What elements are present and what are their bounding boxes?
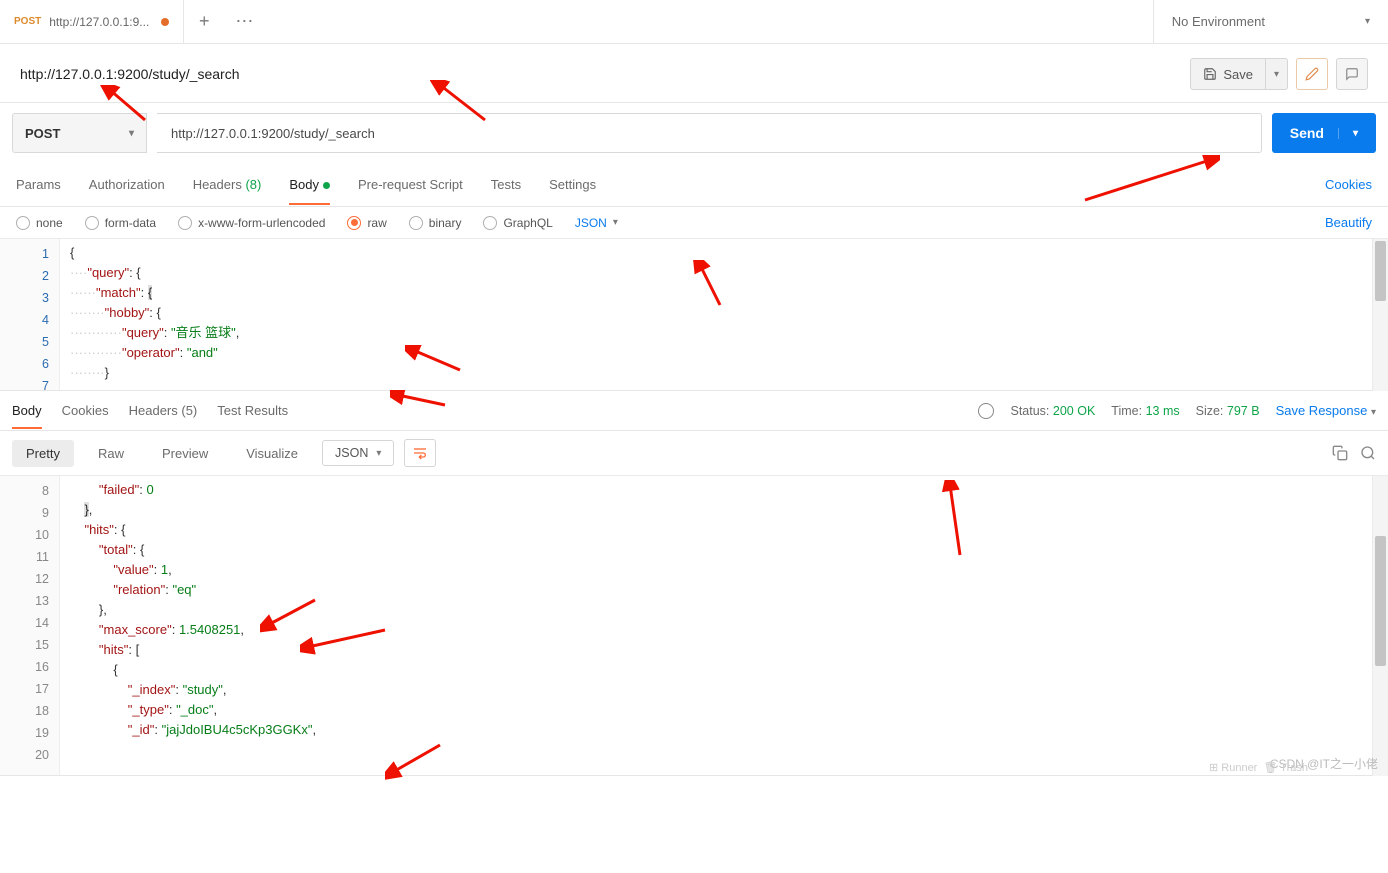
tab-body[interactable]: Body [289, 165, 330, 204]
chevron-down-icon: ▾ [376, 448, 381, 459]
resp-tab-body[interactable]: Body [12, 393, 42, 428]
request-body-editor[interactable]: 1234567 { ····"query": { ······"match": … [0, 239, 1388, 391]
response-code[interactable]: "failed": 0 }, "hits": { "total": { "val… [60, 476, 1388, 775]
pencil-icon [1305, 67, 1319, 81]
chevron-down-icon: ▾ [1365, 16, 1370, 27]
editor-scrollbar[interactable] [1372, 239, 1388, 391]
save-response-link[interactable]: Save Response ▾ [1276, 403, 1376, 418]
unsaved-dot-icon [161, 18, 169, 26]
method-label: POST [25, 126, 60, 141]
radio-graphql[interactable]: GraphQL [483, 216, 552, 230]
url-bar: POST ▾ http://127.0.0.1:9200/study/_sear… [0, 103, 1388, 163]
time-label: Time: 13 ms [1111, 404, 1179, 418]
tab-prerequest[interactable]: Pre-request Script [358, 165, 463, 204]
resp-tab-cookies[interactable]: Cookies [62, 393, 109, 428]
editor-gutter: 1234567 [0, 239, 60, 390]
resp-tab-tests[interactable]: Test Results [217, 393, 288, 428]
save-label: Save [1223, 67, 1253, 82]
url-text: http://127.0.0.1:9200/study/_search [171, 126, 375, 141]
search-icon[interactable] [1360, 445, 1376, 461]
request-subtabs: Params Authorization Headers (8) Body Pr… [0, 163, 1388, 207]
request-title-bar: http://127.0.0.1:9200/study/_search Save… [0, 44, 1388, 103]
request-tab[interactable]: POST http://127.0.0.1:9... [0, 0, 184, 44]
radio-raw[interactable]: raw [347, 216, 386, 230]
environment-select[interactable]: No Environment ▾ [1153, 0, 1388, 44]
comment-icon [1345, 67, 1359, 81]
globe-icon[interactable] [978, 403, 994, 419]
size-label: Size: 797 B [1196, 404, 1260, 418]
tab-tests[interactable]: Tests [491, 165, 521, 204]
save-icon [1203, 67, 1217, 81]
chevron-down-icon: ▾ [1274, 69, 1279, 80]
save-button[interactable]: Save ▾ [1190, 58, 1288, 90]
copy-icon[interactable] [1332, 445, 1348, 461]
radio-none[interactable]: none [16, 216, 63, 230]
environment-label: No Environment [1172, 14, 1265, 29]
method-select[interactable]: POST ▾ [12, 113, 147, 153]
response-format-select[interactable]: JSON▾ [322, 440, 394, 466]
response-scrollbar[interactable] [1372, 476, 1388, 776]
tab-params[interactable]: Params [16, 165, 61, 204]
response-body-editor[interactable]: 891011121314151617181920 "failed": 0 }, … [0, 476, 1388, 776]
radio-binary[interactable]: binary [409, 216, 462, 230]
chevron-down-icon: ▾ [613, 217, 618, 228]
view-preview[interactable]: Preview [148, 440, 222, 467]
body-active-dot-icon [323, 182, 330, 189]
url-input[interactable]: http://127.0.0.1:9200/study/_search [157, 113, 1262, 153]
cookies-link[interactable]: Cookies [1325, 177, 1372, 192]
send-button[interactable]: Send ▾ [1272, 113, 1376, 153]
chevron-down-icon: ▾ [1371, 407, 1376, 418]
resp-tab-headers[interactable]: Headers (5) [129, 393, 198, 428]
view-pretty[interactable]: Pretty [12, 440, 74, 467]
editor-code[interactable]: { ····"query": { ······"match": { ······… [60, 239, 1388, 390]
save-dropdown[interactable]: ▾ [1265, 59, 1287, 89]
beautify-link[interactable]: Beautify [1325, 215, 1372, 230]
send-label: Send [1290, 125, 1324, 141]
edit-button[interactable] [1296, 58, 1328, 90]
new-tab-button[interactable]: + [184, 0, 224, 44]
more-tabs-button[interactable]: ⋯ [224, 0, 264, 44]
view-visualize[interactable]: Visualize [232, 440, 312, 467]
chevron-down-icon: ▾ [1338, 128, 1358, 139]
tab-headers[interactable]: Headers (8) [193, 165, 262, 204]
response-view-tabs: Pretty Raw Preview Visualize JSON▾ [0, 431, 1388, 476]
tab-bar: POST http://127.0.0.1:9... + ⋯ No Enviro… [0, 0, 1388, 44]
request-title: http://127.0.0.1:9200/study/_search [20, 66, 240, 82]
status-label: Status: 200 OK [1010, 404, 1095, 418]
wrap-lines-button[interactable] [404, 439, 436, 467]
tab-title: http://127.0.0.1:9... [49, 15, 149, 29]
body-format-select[interactable]: JSON▾ [575, 216, 618, 230]
comment-button[interactable] [1336, 58, 1368, 90]
response-tabs: Body Cookies Headers (5) Test Results St… [0, 391, 1388, 431]
chevron-down-icon: ▾ [129, 128, 134, 139]
tab-settings[interactable]: Settings [549, 165, 596, 204]
response-gutter: 891011121314151617181920 [0, 476, 60, 775]
tab-method-badge: POST [14, 16, 41, 27]
radio-urlencoded[interactable]: x-www-form-urlencoded [178, 216, 325, 230]
tab-authorization[interactable]: Authorization [89, 165, 165, 204]
wrap-icon [412, 446, 428, 460]
view-raw[interactable]: Raw [84, 440, 138, 467]
radio-formdata[interactable]: form-data [85, 216, 156, 230]
footer-runner: ⊞ Runner 🗑 Trash [1209, 761, 1308, 774]
body-type-bar: none form-data x-www-form-urlencoded raw… [0, 207, 1388, 239]
